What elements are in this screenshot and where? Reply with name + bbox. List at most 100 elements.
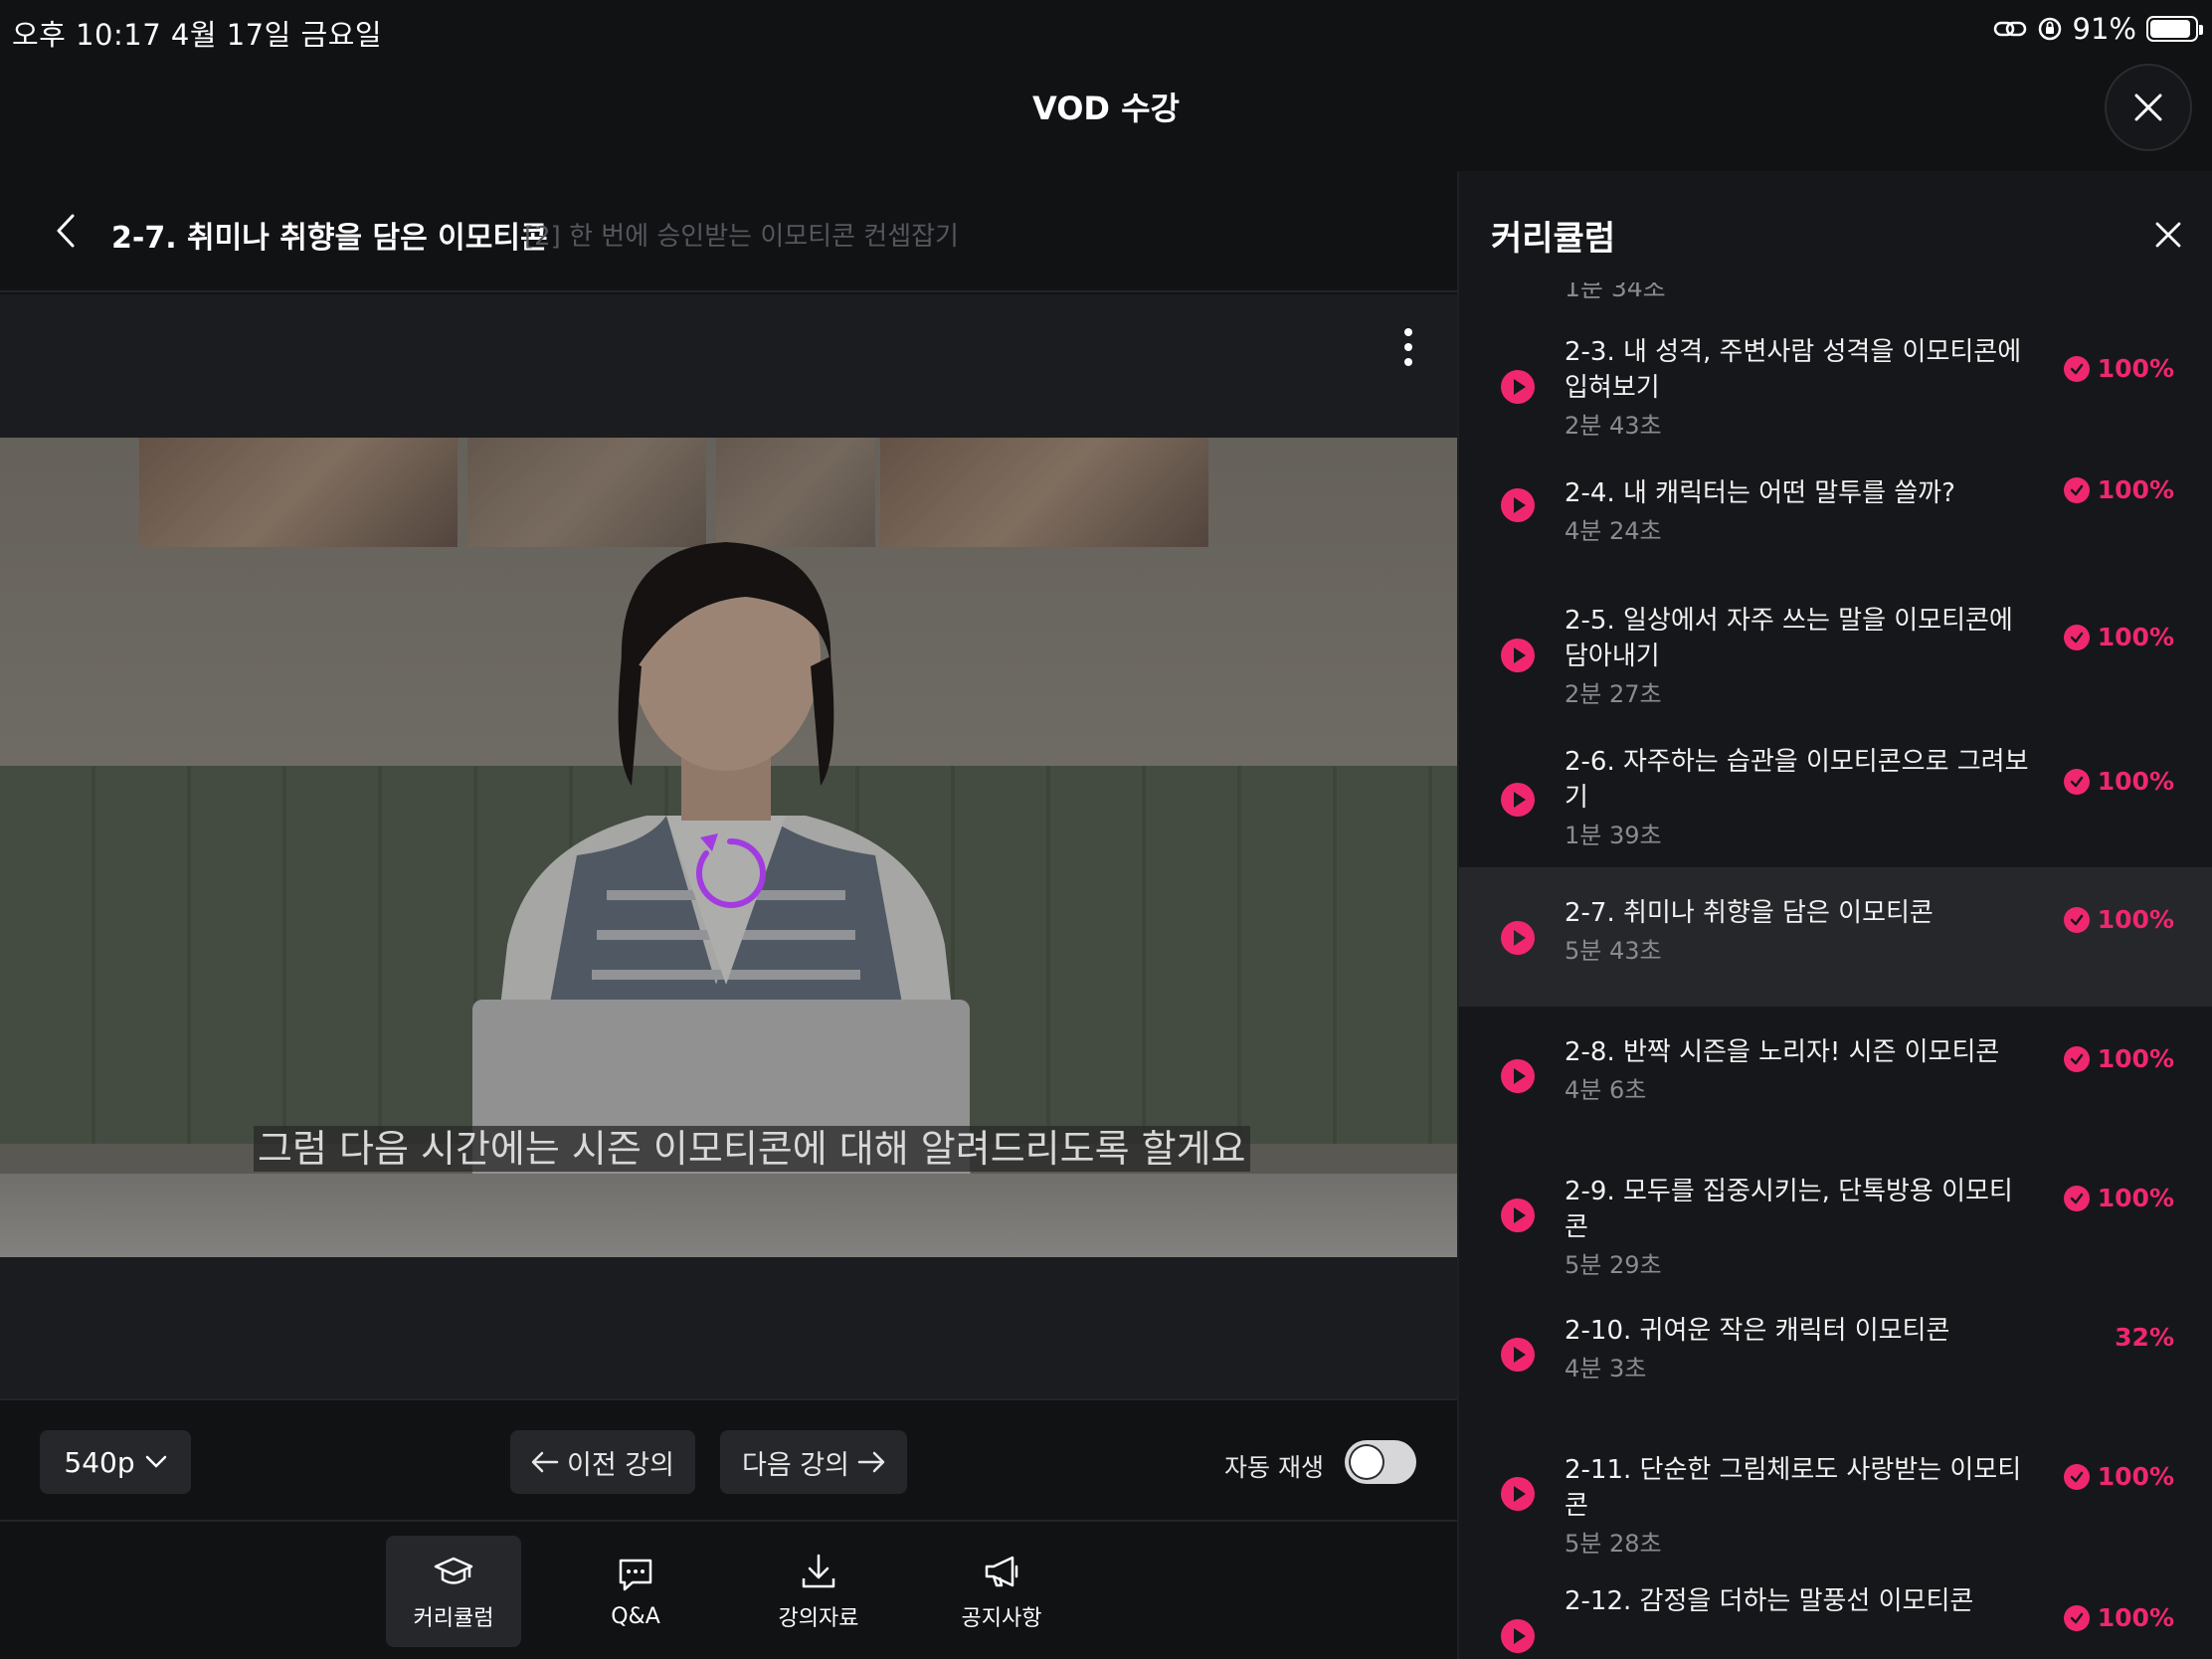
progress-value: 100% [2097, 767, 2174, 796]
link-icon [1993, 21, 2026, 37]
curriculum-item-title: 2-6. 자주하는 습관을 이모티콘으로 그려보기 [1565, 747, 2029, 813]
curriculum-item-title: 2-10. 귀여운 작은 캐릭터 이모티콘 [1565, 1316, 1950, 1346]
chat-bubble-icon [619, 1559, 652, 1590]
curriculum-item-duration: 5분 29초 [1565, 1251, 1662, 1279]
progress-value: 100% [2097, 623, 2174, 651]
tab-notices-label: 공지사항 [961, 1606, 1042, 1631]
play-icon[interactable] [1501, 1477, 1535, 1511]
progress-value: 32% [2115, 1323, 2174, 1352]
curriculum-item-title: 2-8. 반짝 시즌을 노리자! 시즌 이모티콘 [1565, 1037, 2000, 1067]
check-circle-icon [2063, 355, 2090, 382]
curriculum-item-text: 2-9. 모두를 집중시키는, 단톡방용 이모티콘 5분 29초 [1565, 1174, 2032, 1283]
megaphone-icon [985, 1556, 1018, 1587]
progress-badge: 100% [2063, 1603, 2174, 1632]
curriculum-item-duration: 2분 43초 [1565, 412, 1662, 440]
bottom-tab-bar: 커리큘럼 Q&A 강의자료 공지사항 [0, 1522, 1457, 1659]
curriculum-item-duration: 4분 6초 [1565, 1076, 1647, 1104]
check-circle-icon [2063, 768, 2090, 795]
check-circle-icon [2063, 1185, 2090, 1211]
player-pane: 2-7. 취미나 취향을 담은 이모티콘 [2] 한 번에 승인받는 이모티콘 … [0, 171, 1457, 1659]
more-options-button[interactable] [1388, 322, 1428, 372]
play-icon[interactable] [1501, 370, 1535, 404]
status-bar: 오후 10:17 4월 17일 금요일 91% [0, 0, 2212, 64]
curriculum-item[interactable]: 2-6. 자주하는 습관을 이모티콘으로 그려보기 1분 39초 100% [1459, 728, 2212, 867]
replay-icon[interactable] [678, 824, 778, 923]
curriculum-item-title: 2-5. 일상에서 자주 쓰는 말을 이모티콘에 담아내기 [1565, 606, 2013, 671]
chevron-left-icon [57, 214, 75, 248]
progress-badge: 100% [2063, 623, 2174, 651]
curriculum-item-text: 2-7. 취미나 취향을 담은 이모티콘 5분 43초 [1565, 895, 2032, 969]
rotation-lock-icon [2038, 17, 2061, 41]
autoplay-toggle[interactable] [1345, 1440, 1416, 1484]
quality-label: 540p [64, 1445, 135, 1479]
list-item-partial: 1분 34초 [1565, 282, 1666, 302]
lecture-title: 2-7. 취미나 취향을 담은 이모티콘 [111, 221, 548, 256]
tab-materials[interactable]: 강의자료 [751, 1536, 886, 1647]
lecture-section: [2] 한 번에 승인받는 이모티콘 컨셉잡기 [524, 222, 959, 252]
progress-value: 100% [2097, 354, 2174, 383]
video-frame[interactable]: 그럼 다음 시간에는 시즌 이모티콘에 대해 알려드리도록 할게요 [0, 438, 1457, 1257]
curriculum-item-text: 2-8. 반짝 시즌을 노리자! 시즌 이모티콘 4분 6초 [1565, 1034, 2032, 1108]
check-circle-icon [2063, 476, 2090, 503]
progress-value: 100% [2097, 905, 2174, 934]
curriculum-item[interactable]: 2-4. 내 캐릭터는 어떤 말투를 쓸까? 4분 24초 100% [1459, 446, 2212, 585]
tab-notices[interactable]: 공지사항 [934, 1536, 1069, 1647]
check-circle-icon [2063, 1463, 2090, 1490]
close-player-button[interactable] [2105, 64, 2192, 151]
progress-value: 100% [2097, 1044, 2174, 1073]
video-player[interactable]: 그럼 다음 시간에는 시즌 이모티콘에 대해 알려드리도록 할게요 [0, 294, 1457, 1398]
curriculum-title: 커리큘럼 [1491, 219, 1616, 259]
battery-icon [2146, 16, 2203, 42]
arrow-right-icon [857, 1451, 885, 1473]
play-icon[interactable] [1501, 1059, 1535, 1093]
play-icon[interactable] [1501, 1198, 1535, 1232]
tab-qna-label: Q&A [611, 1603, 660, 1629]
play-icon[interactable] [1501, 921, 1535, 955]
progress-badge: 100% [2063, 475, 2174, 504]
progress-badge: 100% [2063, 767, 2174, 796]
progress-value: 100% [2097, 1184, 2174, 1212]
curriculum-item[interactable]: 2-8. 반짝 시즌을 노리자! 시즌 이모티콘 4분 6초 100% [1459, 1007, 2212, 1146]
curriculum-list: 1분 34초 2-3. 내 성격, 주변사람 성격을 이모티콘에 입혀보기 2분 … [1459, 282, 2212, 1659]
progress-value: 100% [2097, 1462, 2174, 1491]
quality-selector[interactable]: 540p [40, 1430, 191, 1494]
previous-lecture-label: 이전 강의 [567, 1449, 674, 1481]
tab-materials-label: 강의자료 [778, 1606, 859, 1631]
play-icon[interactable] [1501, 1338, 1535, 1372]
close-icon [2134, 93, 2162, 121]
tab-qna[interactable]: Q&A [568, 1536, 703, 1647]
curriculum-item[interactable]: 2-12. 감정을 더하는 말풍선 이모티콘 100% [1459, 1564, 2212, 1659]
curriculum-item-duration: 1분 39초 [1565, 822, 1662, 849]
tab-curriculum[interactable]: 커리큘럼 [386, 1536, 521, 1647]
back-button[interactable] [44, 209, 88, 253]
curriculum-panel: 커리큘럼 1분 34초 2-3. 내 성격, 주변사람 성격을 이모티콘에 입혀… [1457, 171, 2212, 1659]
play-icon[interactable] [1501, 488, 1535, 522]
curriculum-item[interactable]: 2-10. 귀여운 작은 캐릭터 이모티콘 4분 3초 32% [1459, 1285, 2212, 1424]
arrow-left-icon [531, 1451, 559, 1473]
progress-value: 100% [2097, 475, 2174, 504]
curriculum-item[interactable]: 2-11. 단순한 그림체로도 사랑받는 이모티콘 5분 28초 100% [1459, 1424, 2212, 1564]
next-lecture-button[interactable]: 다음 강의 [720, 1430, 907, 1494]
curriculum-item-text: 2-10. 귀여운 작은 캐릭터 이모티콘 4분 3초 [1565, 1313, 2032, 1386]
progress-badge: 100% [2063, 1184, 2174, 1212]
curriculum-item[interactable]: 2-3. 내 성격, 주변사람 성격을 이모티콘에 입혀보기 2분 43초 100% [1459, 306, 2212, 446]
curriculum-item-duration: 2분 27초 [1565, 680, 1662, 708]
curriculum-item-text: 2-3. 내 성격, 주변사람 성격을 이모티콘에 입혀보기 2분 43초 [1565, 334, 2032, 444]
play-icon[interactable] [1501, 1619, 1535, 1653]
video-subtitle: 그럼 다음 시간에는 시즌 이모티콘에 대해 알려드리도록 할게요 [254, 1126, 1250, 1172]
curriculum-item[interactable]: 2-5. 일상에서 자주 쓰는 말을 이모티콘에 담아내기 2분 27초 100% [1459, 585, 2212, 728]
curriculum-item-text: 2-5. 일상에서 자주 쓰는 말을 이모티콘에 담아내기 2분 27초 [1565, 603, 2032, 712]
curriculum-item[interactable]: 2-7. 취미나 취향을 담은 이모티콘 5분 43초 100% [1459, 867, 2212, 1007]
close-curriculum-button[interactable] [2148, 215, 2188, 255]
battery-percent: 91% [2072, 12, 2136, 46]
check-circle-icon [2063, 1604, 2090, 1631]
previous-lecture-button[interactable]: 이전 강의 [510, 1430, 695, 1494]
play-icon[interactable] [1501, 783, 1535, 817]
check-circle-icon [2063, 1045, 2090, 1072]
curriculum-item[interactable]: 2-9. 모두를 집중시키는, 단톡방용 이모티콘 5분 29초 100% [1459, 1146, 2212, 1285]
curriculum-item-duration: 4분 3초 [1565, 1355, 1647, 1382]
progress-badge: 100% [2063, 1462, 2174, 1491]
curriculum-item-title: 2-7. 취미나 취향을 담은 이모티콘 [1565, 898, 1934, 928]
play-icon[interactable] [1501, 639, 1535, 672]
curriculum-item-title: 2-12. 감정을 더하는 말풍선 이모티콘 [1565, 1586, 1974, 1616]
